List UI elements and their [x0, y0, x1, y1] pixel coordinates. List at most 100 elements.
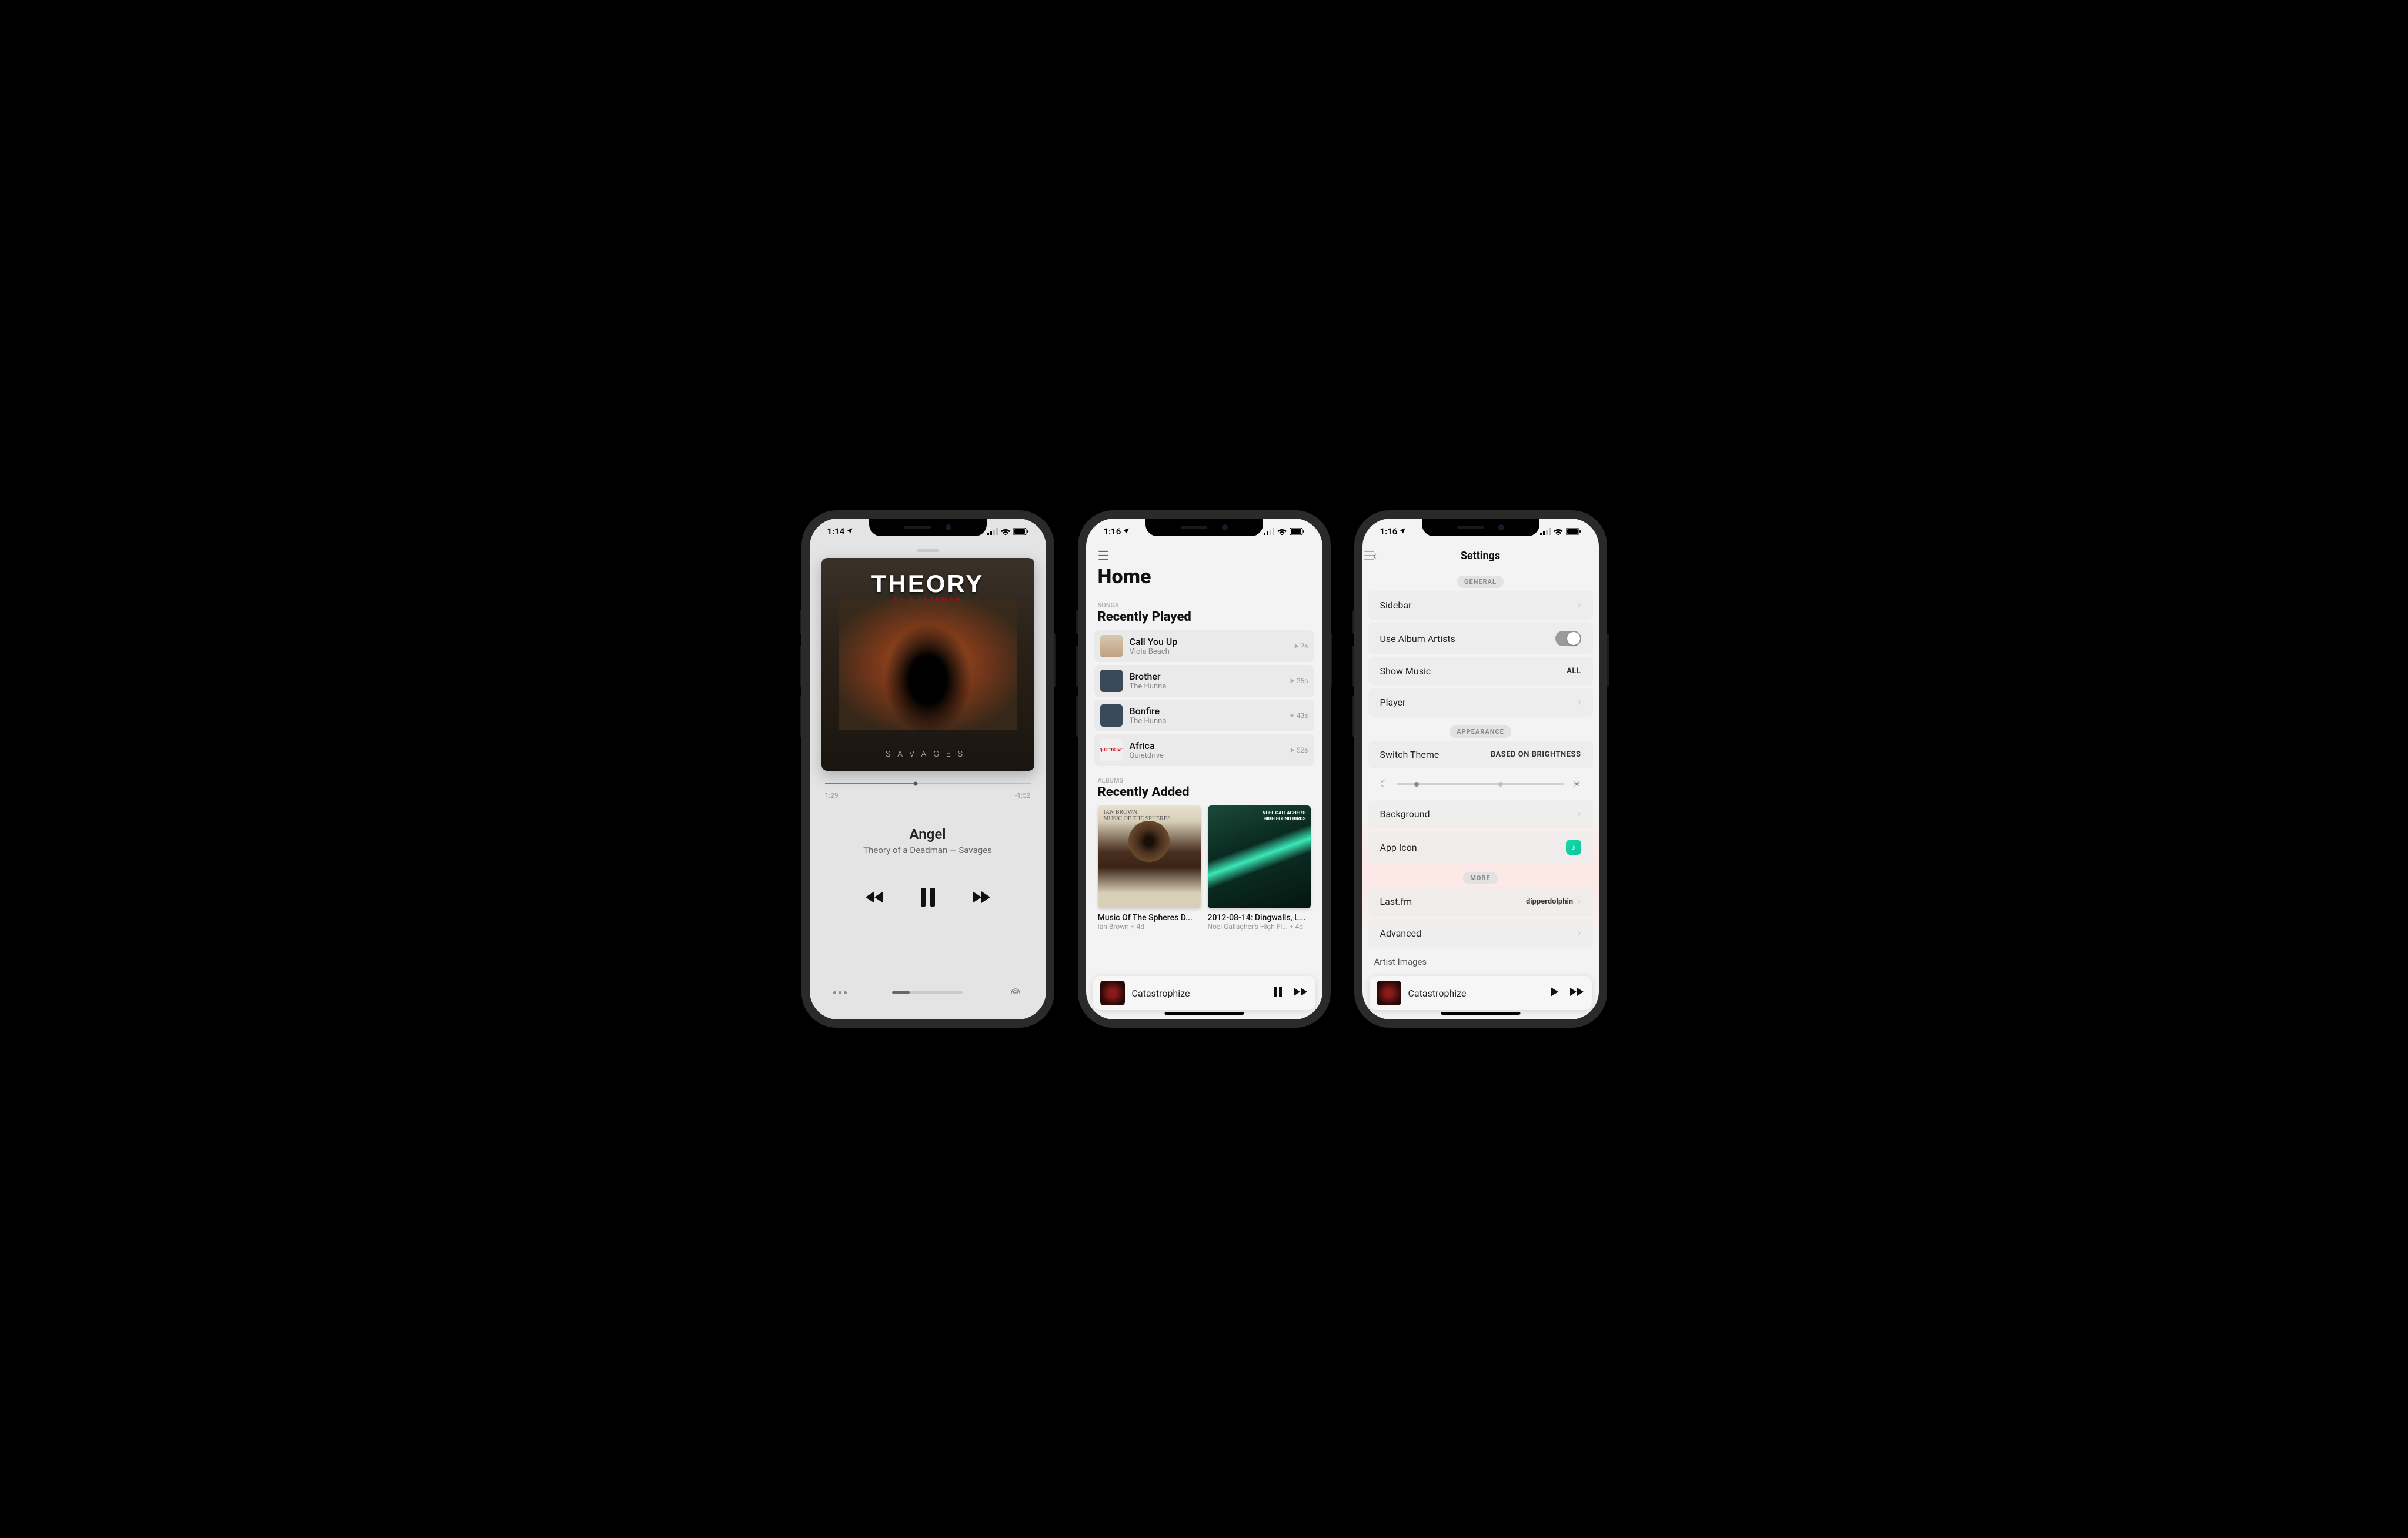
- page-title: Settings: [1461, 550, 1500, 562]
- album-title: 2012-08-14: Dingwalls, L...: [1208, 913, 1311, 922]
- setting-value: dipperdolphin: [1526, 897, 1573, 906]
- setting-value: BASED ON BRIGHTNESS: [1491, 750, 1581, 759]
- song-artwork: [1100, 704, 1123, 727]
- song-row[interactable]: Call You UpViola Beach 7s: [1094, 630, 1314, 662]
- mini-play-button[interactable]: [1549, 987, 1559, 999]
- song-row[interactable]: QUIETDRIVE AfricaQuietdrive 52s: [1094, 734, 1314, 766]
- wifi-icon: [1277, 528, 1287, 535]
- song-play-time: 52s: [1290, 746, 1308, 754]
- group-general: GENERAL: [1362, 575, 1599, 586]
- album-cover: IAN BROWNMUSIC OF THE SPHERES: [1098, 805, 1201, 908]
- album-meta: Noel Gallagher's High Fl... + 4d: [1208, 922, 1311, 931]
- mini-next-button[interactable]: [1293, 987, 1308, 999]
- setting-artist-images[interactable]: Artist Images: [1362, 951, 1599, 973]
- status-time: 1:16: [1104, 526, 1121, 537]
- setting-use-album-artists[interactable]: Use Album Artists: [1368, 623, 1593, 654]
- brightness-slider[interactable]: ☾ ☀: [1368, 771, 1593, 797]
- chevron-right-icon: ›: [1578, 927, 1581, 939]
- sun-icon: ☀: [1572, 778, 1581, 790]
- song-artwork: [1100, 670, 1123, 692]
- setting-player[interactable]: Player ›: [1368, 688, 1593, 717]
- mini-player-artwork: [1377, 981, 1401, 1005]
- toggle-switch[interactable]: [1555, 631, 1581, 646]
- song-title: Bonfire: [1130, 706, 1283, 717]
- setting-lastfm[interactable]: Last.fm dipperdolphin›: [1368, 887, 1593, 916]
- track-title: Angel: [810, 826, 1046, 842]
- volume-slider[interactable]: [892, 991, 963, 994]
- song-play-time: 43s: [1290, 711, 1308, 720]
- app-icon-preview: ♪: [1566, 840, 1581, 855]
- album-card[interactable]: IAN BROWNMUSIC OF THE SPHERES Music Of T…: [1098, 805, 1201, 931]
- setting-value: ALL: [1567, 667, 1581, 676]
- section-label-songs: SONGS: [1098, 601, 1311, 609]
- album-card[interactable]: 2012-08-14: Dingwalls, L... Noel Gallagh…: [1208, 805, 1311, 931]
- location-icon: [846, 526, 853, 537]
- phone-now-playing: 1:14 THEORY OF A DEADMAN SAVAGES 1:29 -1…: [801, 510, 1054, 1028]
- status-time: 1:16: [1380, 526, 1398, 537]
- album-artwork[interactable]: THEORY OF A DEADMAN SAVAGES: [821, 558, 1034, 771]
- mini-player[interactable]: Catastrophize: [1093, 976, 1315, 1010]
- song-play-time: 7s: [1294, 642, 1308, 650]
- previous-button[interactable]: [864, 890, 884, 904]
- song-row[interactable]: BrotherThe Hunna 25s: [1094, 665, 1314, 697]
- battery-icon: [1566, 528, 1581, 535]
- battery-icon: [1290, 528, 1305, 535]
- song-artist: The Hunna: [1130, 682, 1283, 691]
- location-icon: [1399, 526, 1406, 537]
- location-icon: [1123, 526, 1130, 537]
- chevron-right-icon: ›: [1578, 808, 1581, 820]
- menu-button[interactable]: ☰: [1098, 549, 1311, 564]
- pause-button[interactable]: [920, 888, 936, 907]
- wifi-icon: [1001, 528, 1010, 535]
- setting-show-music[interactable]: Show Music ALL: [1368, 657, 1593, 685]
- remaining-time: -1:52: [1015, 791, 1030, 800]
- setting-background[interactable]: Background ›: [1368, 800, 1593, 828]
- song-title: Brother: [1130, 671, 1283, 682]
- chevron-right-icon: ›: [1578, 696, 1581, 708]
- sheet-grabber[interactable]: [917, 549, 939, 552]
- chevron-right-icon: ›: [1578, 599, 1581, 611]
- moon-icon: ☾: [1380, 778, 1388, 790]
- song-title: Call You Up: [1130, 636, 1287, 647]
- now-playing-card: THEORY OF A DEADMAN SAVAGES: [821, 558, 1034, 771]
- section-title-recently-added: Recently Added: [1098, 785, 1311, 800]
- mini-player-track: Catastrophize: [1408, 988, 1542, 999]
- page-title: Home: [1098, 565, 1311, 589]
- progress-bar[interactable]: [825, 783, 1031, 784]
- track-meta: Theory of a Deadman — Savages: [810, 845, 1046, 855]
- chevron-right-icon: ›: [1578, 895, 1581, 908]
- section-label-albums: ALBUMS: [1098, 777, 1311, 784]
- next-button[interactable]: [971, 890, 991, 904]
- elapsed-time: 1:29: [825, 791, 839, 800]
- phone-settings: 1:16 ☰ ‹ Settings GENERAL Sidebar › Use …: [1354, 510, 1607, 1028]
- signal-icon: [987, 528, 998, 535]
- song-row[interactable]: BonfireThe Hunna 43s: [1094, 700, 1314, 731]
- song-play-time: 25s: [1290, 677, 1308, 685]
- mini-next-button[interactable]: [1569, 987, 1585, 999]
- back-button[interactable]: ‹: [1373, 547, 1377, 564]
- group-appearance: APPEARANCE: [1362, 725, 1599, 736]
- setting-switch-theme[interactable]: Switch Theme BASED ON BRIGHTNESS: [1368, 741, 1593, 768]
- setting-advanced[interactable]: Advanced ›: [1368, 919, 1593, 948]
- section-title-recently-played: Recently Played: [1098, 610, 1311, 624]
- song-list: Call You UpViola Beach 7s BrotherThe Hun…: [1094, 630, 1314, 766]
- wifi-icon: [1554, 528, 1563, 535]
- album-title: Music Of The Spheres D...: [1098, 913, 1201, 922]
- setting-sidebar[interactable]: Sidebar ›: [1368, 591, 1593, 620]
- mini-player-artwork: [1100, 981, 1125, 1005]
- mini-player-track: Catastrophize: [1132, 988, 1266, 999]
- status-time: 1:14: [827, 526, 845, 537]
- setting-app-icon[interactable]: App Icon ♪: [1368, 831, 1593, 863]
- mini-player[interactable]: Catastrophize: [1370, 976, 1592, 1010]
- phone-home: 1:16 ☰ Home SONGS Recently Played Call Y…: [1078, 510, 1331, 1028]
- song-title: Africa: [1130, 740, 1283, 751]
- song-artist: Quietdrive: [1130, 751, 1283, 760]
- more-button[interactable]: [833, 991, 847, 994]
- group-more: MORE: [1362, 871, 1599, 882]
- song-artist: The Hunna: [1130, 717, 1283, 725]
- song-artwork: [1100, 635, 1123, 657]
- battery-icon: [1013, 528, 1028, 535]
- airplay-button[interactable]: [1008, 986, 1023, 999]
- mini-pause-button[interactable]: [1273, 987, 1283, 999]
- song-artist: Viola Beach: [1130, 647, 1287, 656]
